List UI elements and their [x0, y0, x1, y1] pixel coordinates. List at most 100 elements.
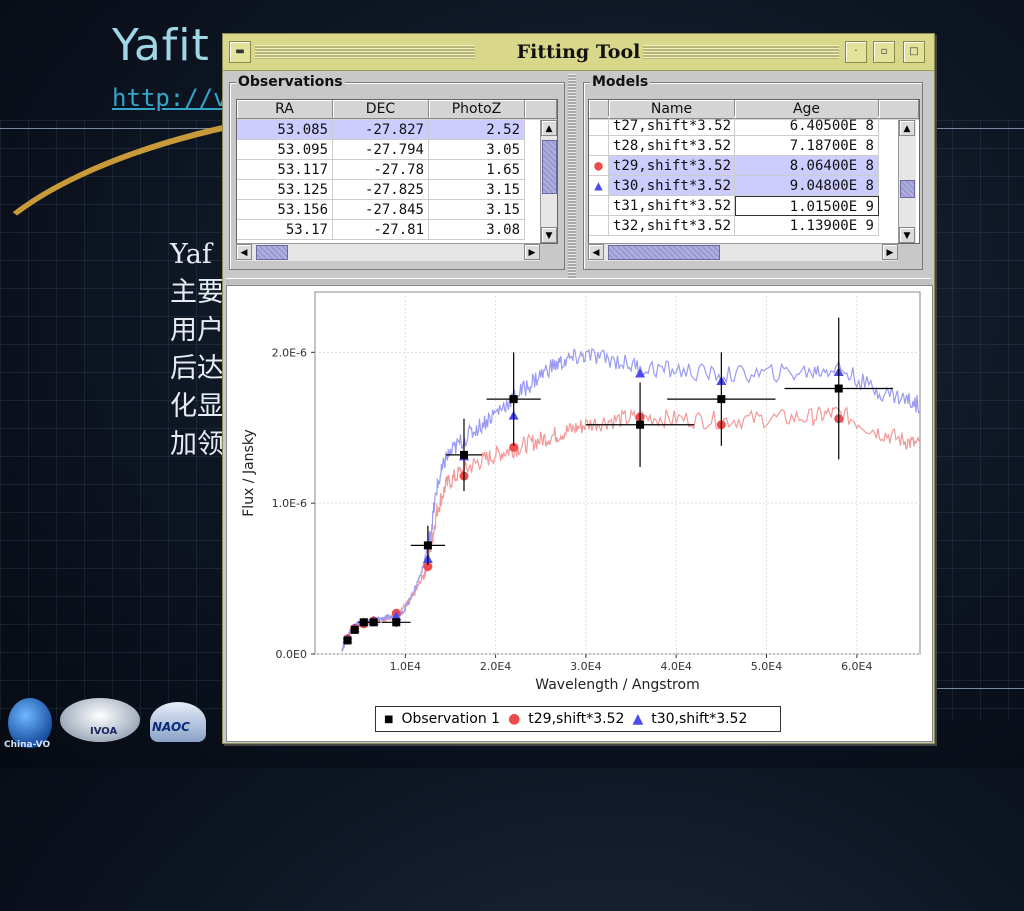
- models-vertical-scrollbar[interactable]: ▲ ▼: [898, 120, 916, 243]
- observation-square-marker: [350, 625, 359, 634]
- legend-square-icon: ■: [384, 713, 394, 725]
- dec-cell: -27.825: [333, 180, 429, 200]
- scroll-thumb[interactable]: [900, 180, 915, 198]
- column-header-photoz[interactable]: PhotoZ: [429, 100, 525, 119]
- titlebar-grip: [643, 45, 839, 59]
- observation-square-marker: [459, 450, 468, 459]
- x-tick-label: 5.0E4: [751, 660, 782, 673]
- chart-legend: ■ Observation 1 ● t29,shift*3.52 ▲ t30,s…: [375, 706, 781, 732]
- observations-horizontal-scrollbar[interactable]: ◀ ▶: [236, 243, 540, 261]
- slide-body-line: 用户: [170, 315, 224, 346]
- minimize-button[interactable]: ·: [845, 41, 867, 63]
- table-row[interactable]: 53.156 -27.845 3.15: [237, 200, 525, 220]
- table-row[interactable]: ● t29,shift*3.52 8.06400E 8: [589, 156, 879, 176]
- legend-circle-icon: ●: [508, 711, 521, 727]
- y-axis-label: Flux / Jansky: [241, 429, 257, 517]
- legend-label-model2: t30,shift*3.52: [651, 711, 748, 727]
- scroll-up-arrow[interactable]: ▲: [899, 120, 915, 136]
- marker-cell: [589, 196, 609, 216]
- observation-square-marker: [343, 636, 352, 645]
- slide-body-line: 化显: [170, 391, 224, 422]
- legend-label-observation: Observation 1: [401, 711, 501, 727]
- ra-cell: 53.17: [237, 220, 333, 240]
- scroll-down-arrow[interactable]: ▼: [541, 227, 557, 243]
- fitting-tool-window: ▬ Fitting Tool · ▫ □ Observations RA DEC…: [222, 33, 935, 744]
- marker-cell: [589, 116, 609, 136]
- observations-panel-title: Observations: [236, 74, 345, 90]
- observation-square-marker: [392, 618, 401, 627]
- y-tick-label: 1.0E-6: [272, 497, 307, 510]
- close-button[interactable]: □: [903, 41, 925, 63]
- model-age-cell: 8.06400E 8: [735, 156, 879, 176]
- y-tick-label: 2.0E-6: [272, 346, 307, 359]
- model-name-cell: t27,shift*3.52: [609, 116, 735, 136]
- table-row[interactable]: 53.085 -27.827 2.52: [237, 120, 525, 140]
- scroll-thumb[interactable]: [256, 245, 288, 260]
- models-horizontal-scrollbar[interactable]: ◀ ▶: [588, 243, 898, 261]
- table-row[interactable]: t32,shift*3.52 1.13900E 9: [589, 216, 879, 236]
- window-titlebar[interactable]: ▬ Fitting Tool · ▫ □: [223, 34, 934, 71]
- scroll-right-arrow[interactable]: ▶: [882, 244, 898, 260]
- slide-link[interactable]: http://v: [112, 84, 228, 112]
- slide-body-line: 后达: [170, 353, 224, 384]
- x-tick-label: 2.0E4: [480, 660, 511, 673]
- scroll-thumb[interactable]: [542, 140, 557, 194]
- photoz-cell: 1.65: [429, 160, 525, 180]
- slide-divider: [930, 128, 1024, 129]
- column-header-spacer: [879, 100, 919, 119]
- column-header-ra[interactable]: RA: [237, 100, 333, 119]
- triangle-marker-icon: ▲: [589, 176, 609, 196]
- model-age-cell: 6.40500E 8: [735, 116, 879, 136]
- scroll-left-arrow[interactable]: ◀: [588, 244, 604, 260]
- models-panel-title: Models: [590, 74, 651, 90]
- model-name-cell: t28,shift*3.52: [609, 136, 735, 156]
- scroll-thumb[interactable]: [608, 245, 720, 260]
- scroll-right-arrow[interactable]: ▶: [524, 244, 540, 260]
- observations-vertical-scrollbar[interactable]: ▲ ▼: [540, 120, 557, 243]
- table-row[interactable]: 53.095 -27.794 3.05: [237, 140, 525, 160]
- observations-table-header: RA DEC PhotoZ: [237, 100, 557, 120]
- column-header-spacer: [525, 100, 557, 119]
- marker-cell: [589, 136, 609, 156]
- model-age-cell-editing[interactable]: 1.01500E 9: [735, 196, 879, 216]
- model-name-cell: t31,shift*3.52: [609, 196, 735, 216]
- model-age-cell: 1.13900E 9: [735, 216, 879, 236]
- observation-square-marker: [834, 384, 843, 393]
- table-row[interactable]: t31,shift*3.52 1.01500E 9: [589, 196, 879, 216]
- naoc-logo-text: NAOC: [152, 720, 190, 734]
- dec-cell: -27.78: [333, 160, 429, 180]
- slide-title: Yafit: [112, 20, 210, 71]
- scroll-up-arrow[interactable]: ▲: [541, 120, 557, 136]
- table-row[interactable]: t27,shift*3.52 6.40500E 8: [589, 116, 879, 136]
- table-row[interactable]: 53.117 -27.78 1.65: [237, 160, 525, 180]
- table-row[interactable]: 53.17 -27.81 3.08: [237, 220, 525, 240]
- photoz-cell: 3.15: [429, 200, 525, 220]
- maximize-button[interactable]: ▫: [873, 41, 895, 63]
- observations-panel: Observations RA DEC PhotoZ 53.085 -27.82…: [229, 74, 565, 270]
- observation-square-marker: [369, 618, 378, 627]
- table-row[interactable]: ▲ t30,shift*3.52 9.04800E 8: [589, 176, 879, 196]
- table-row[interactable]: t28,shift*3.52 7.18700E 8: [589, 136, 879, 156]
- observation-square-marker: [509, 395, 518, 404]
- model-age-cell: 7.18700E 8: [735, 136, 879, 156]
- photoz-cell: 3.08: [429, 220, 525, 240]
- models-panel: Models Name Age t27,shift*3.52 6.40500E …: [583, 74, 923, 270]
- sed-chart: 1.0E4 2.0E4 3.0E4 4.0E4 5.0E4 6.0E4 0.0E0 1.0E-…: [241, 291, 921, 693]
- column-header-dec[interactable]: DEC: [333, 100, 429, 119]
- models-table: Name Age t27,shift*3.52 6.40500E 8 t28,s…: [588, 99, 920, 244]
- slide-body-line: 加领: [170, 429, 224, 460]
- dec-cell: -27.794: [333, 140, 429, 160]
- model-name-cell: t32,shift*3.52: [609, 216, 735, 236]
- slide-body-line: 主要: [170, 277, 224, 308]
- scroll-down-arrow[interactable]: ▼: [899, 227, 915, 243]
- scroll-left-arrow[interactable]: ◀: [236, 244, 252, 260]
- panel-splitter[interactable]: [568, 74, 576, 304]
- observation-square-marker: [717, 395, 726, 404]
- dec-cell: -27.845: [333, 200, 429, 220]
- ra-cell: 53.156: [237, 200, 333, 220]
- dec-cell: -27.827: [333, 120, 429, 140]
- legend-triangle-icon: ▲: [632, 711, 644, 727]
- table-row[interactable]: 53.125 -27.825 3.15: [237, 180, 525, 200]
- x-tick-label: 1.0E4: [390, 660, 421, 673]
- model-age-cell: 9.04800E 8: [735, 176, 879, 196]
